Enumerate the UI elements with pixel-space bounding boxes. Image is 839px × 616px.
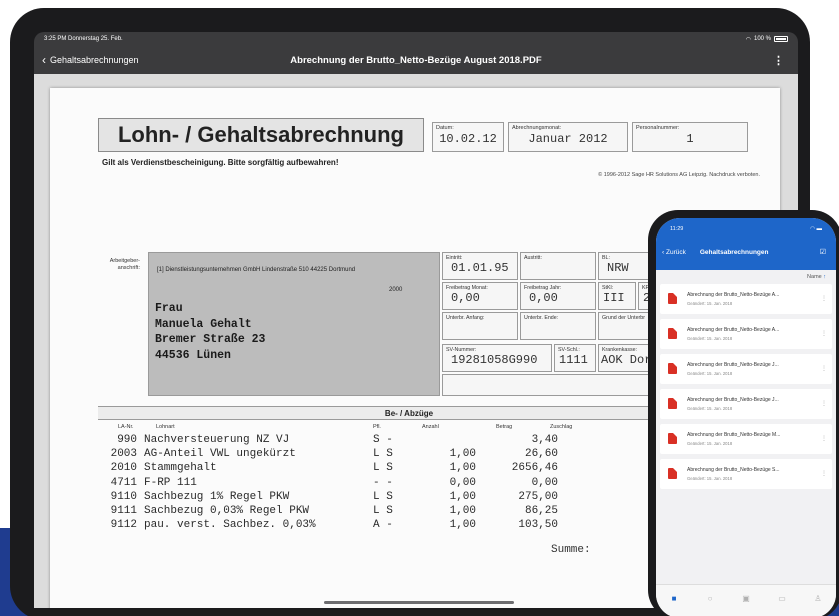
list-item[interactable]: Abrechnung der Brutto_Netto-Bezüge S... … <box>660 459 832 489</box>
eintritt-field: Eintritt: 01.01.95 <box>442 252 518 280</box>
battery-percent: 100 % <box>753 36 771 42</box>
pdf-file-icon <box>668 328 677 339</box>
status-time: 3:25 PM Donnerstag 25. Feb. <box>44 36 123 42</box>
pdf-file-icon <box>668 433 677 444</box>
more-vertical-icon[interactable]: ⋮ <box>821 470 827 477</box>
profile-icon[interactable]: ♙ <box>813 594 823 603</box>
empty-field <box>442 374 670 396</box>
list-item[interactable]: Abrechnung der Brutto_Netto-Bezüge M... … <box>660 424 832 454</box>
unterbr-anfang-field: Unterbr. Anfang: <box>442 312 518 340</box>
back-label: Gehaltsabrechnungen <box>50 55 139 65</box>
edit-icon[interactable]: ☑ <box>820 248 826 256</box>
back-button[interactable]: ‹ Zurück <box>662 249 686 256</box>
chevron-left-icon: ‹ <box>42 53 46 67</box>
pdf-file-icon <box>668 293 677 304</box>
inbox-icon[interactable]: ▭ <box>777 594 787 603</box>
unterbr-ende-field: Unterbr. Ende: <box>520 312 596 340</box>
col-zuschlag: Zuschlag <box>550 424 573 430</box>
document-title: Abrechnung der Brutto_Netto-Bezüge Augus… <box>290 54 542 66</box>
employer-code: 2000 <box>389 287 403 293</box>
more-vertical-icon[interactable]: ⋮ <box>821 365 827 372</box>
col-la-nr: LA-Nr. <box>118 424 134 430</box>
datum-field: Datum: 10.02.12 <box>432 122 504 152</box>
wifi-icon: ◠ <box>745 36 751 43</box>
back-button[interactable]: ‹ Gehaltsabrechnungen <box>42 53 139 67</box>
sv-schl-field: SV-Schl.: 1111 <box>554 344 596 372</box>
copyright-note: © 1996-2012 Sage HR Solutions AG Leipzig… <box>598 172 760 178</box>
more-vertical-icon[interactable]: ⋮ <box>821 330 827 337</box>
col-betrag: Betrag <box>496 424 513 430</box>
personalnummer-field: Personalnummer: 1 <box>632 122 748 152</box>
iphone-screen: 11:29 ◠ ▬ ‹ Zurück Gehaltsabrechnungen ☑… <box>656 218 836 616</box>
summe-label: Summe: <box>551 544 591 556</box>
battery-icon <box>774 36 788 42</box>
more-vertical-icon[interactable]: ⋮ <box>821 295 827 302</box>
iphone-header: 11:29 ◠ ▬ ‹ Zurück Gehaltsabrechnungen ☑ <box>656 218 836 270</box>
payslip-subtitle: Gilt als Verdienstbescheinigung. Bitte s… <box>102 158 339 167</box>
iphone-time: 11:29 <box>670 226 684 232</box>
list-item[interactable]: Abrechnung der Brutto_Netto-Bezüge A... … <box>660 284 832 314</box>
stkl-field: StKl: III <box>598 282 636 310</box>
ipad-navbar: ‹ Gehaltsabrechnungen Abrechnung der Bru… <box>34 46 798 74</box>
pdf-file-icon <box>668 398 677 409</box>
freibetrag-monat-field: Freibetrag Monat: 0,00 <box>442 282 518 310</box>
folder-icon[interactable]: ■ <box>669 594 679 603</box>
employer-address-box: [1] Dienstleistungsunternehmen GmbH Lind… <box>148 252 440 396</box>
wifi-icon: ◠ ▬ <box>810 226 822 232</box>
pdf-file-icon <box>668 468 677 479</box>
abrechnungsmonat-field: Abrechnungsmonat: Januar 2012 <box>508 122 628 152</box>
employer-line: [1] Dienstleistungsunternehmen GmbH Lind… <box>157 267 356 273</box>
sort-control[interactable]: Name ↑ <box>656 270 836 284</box>
search-icon[interactable]: ○ <box>705 594 715 603</box>
more-vertical-icon[interactable]: ⋮ <box>821 400 827 407</box>
freibetrag-jahr-field: Freibetrag Jahr: 0,00 <box>520 282 596 310</box>
payslip-title: Lohn- / Gehaltsabrechnung <box>98 118 424 152</box>
iphone-tab-bar: ■ ○ ▣ ▭ ♙ <box>656 584 836 616</box>
pdf-file-icon <box>668 363 677 374</box>
home-indicator[interactable] <box>324 601 514 604</box>
document-icon[interactable]: ▣ <box>741 594 751 603</box>
list-item[interactable]: Abrechnung der Brutto_Netto-Bezüge J... … <box>660 354 832 384</box>
screenshot-stage: 3:25 PM Donnerstag 25. Feb. ◠ 100 % ‹ Ge… <box>0 0 839 616</box>
austritt-field: Austritt: <box>520 252 596 280</box>
sort-arrow-icon: ↑ <box>823 274 826 280</box>
list-item[interactable]: Abrechnung der Brutto_Netto-Bezüge J... … <box>660 389 832 419</box>
col-lohnart: Lohnart <box>156 424 175 430</box>
ipad-status-bar: 3:25 PM Donnerstag 25. Feb. ◠ 100 % <box>34 32 798 46</box>
iphone-title: Gehaltsabrechnungen <box>699 248 769 256</box>
list-item[interactable]: Abrechnung der Brutto_Netto-Bezüge A... … <box>660 319 832 349</box>
iphone-device: 11:29 ◠ ▬ ‹ Zurück Gehaltsabrechnungen ☑… <box>648 210 839 616</box>
employee-address: Frau Manuela Gehalt Bremer Straße 23 445… <box>155 302 266 362</box>
more-vertical-icon[interactable]: ⋮ <box>773 54 784 67</box>
sv-nummer-field: SV-Nummer: 19281058G990 <box>442 344 552 372</box>
employer-label: Arbeitgeber-anschrift: <box>109 258 140 271</box>
document-list: Abrechnung der Brutto_Netto-Bezüge A... … <box>656 284 836 489</box>
more-vertical-icon[interactable]: ⋮ <box>821 435 827 442</box>
col-anzahl: Anzahl <box>422 424 439 430</box>
col-pfl: Pfl. <box>373 424 381 430</box>
